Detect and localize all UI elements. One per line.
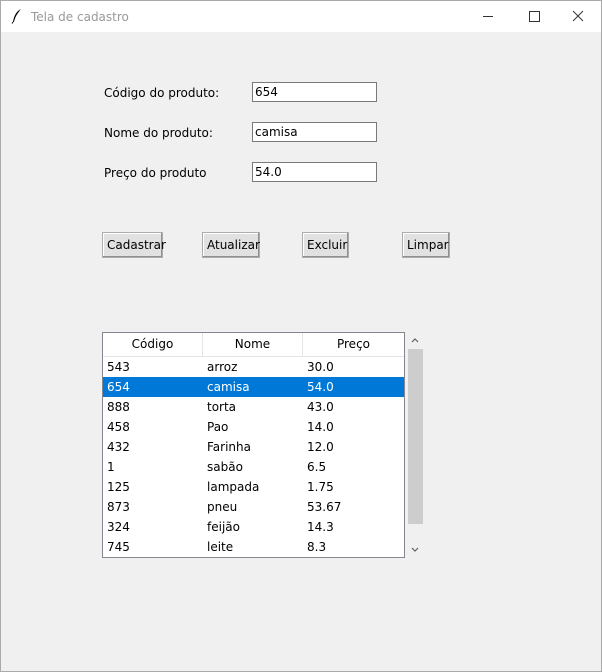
excluir-button[interactable]: Excluir: [302, 232, 349, 258]
chevron-up-icon: [411, 338, 419, 343]
table-body: 543 arroz 30.0 654 camisa 54.0 888 torta 43.0 458…: [103, 357, 404, 557]
maximize-button[interactable]: [511, 1, 557, 32]
close-button[interactable]: [555, 1, 601, 32]
codigo-field[interactable]: [252, 82, 377, 102]
column-header-preco[interactable]: Preço: [303, 333, 404, 357]
cell-codigo: 888: [107, 400, 130, 414]
cell-preco: 6.5: [307, 460, 327, 474]
cell-preco: 14.3: [307, 520, 334, 534]
maximize-icon: [529, 11, 540, 22]
table-scrollbar[interactable]: [406, 332, 424, 558]
cell-codigo: 654: [107, 380, 130, 394]
cell-nome: sabão: [207, 460, 243, 474]
cell-nome: arroz: [207, 360, 238, 374]
title-bar[interactable]: Tela de cadastro: [1, 1, 601, 32]
cell-nome: leite: [207, 540, 234, 554]
scroll-up-button[interactable]: [406, 332, 424, 348]
nome-label: Nome do produto:: [104, 126, 213, 140]
atualizar-button[interactable]: Atualizar: [202, 232, 260, 258]
cell-preco: 14.0: [307, 420, 334, 434]
main-window: Tela de cadastro Código do produto: Nome…: [0, 0, 602, 672]
table-header: Código Nome Preço: [103, 333, 404, 357]
cell-codigo: 458: [107, 420, 130, 434]
table-row[interactable]: 654 camisa 54.0: [103, 377, 404, 397]
window-title: Tela de cadastro: [31, 10, 129, 24]
cell-nome: camisa: [207, 380, 250, 394]
table-row[interactable]: 324 feijão 14.3: [103, 517, 404, 537]
nome-field[interactable]: [252, 122, 377, 142]
cell-codigo: 324: [107, 520, 130, 534]
cell-codigo: 432: [107, 440, 130, 454]
cell-codigo: 745: [107, 540, 130, 554]
cell-preco: 12.0: [307, 440, 334, 454]
column-header-codigo[interactable]: Código: [103, 333, 203, 357]
preco-label: Preço do produto: [104, 166, 207, 180]
cell-codigo: 873: [107, 500, 130, 514]
cell-nome: torta: [207, 400, 237, 414]
limpar-button[interactable]: Limpar: [402, 232, 450, 258]
products-table[interactable]: Código Nome Preço 543 arroz 30.0 654 camisa 5…: [102, 332, 405, 558]
cell-nome: pneu: [207, 500, 238, 514]
cell-nome: feijão: [207, 520, 240, 534]
cell-preco: 8.3: [307, 540, 327, 554]
cell-codigo: 543: [107, 360, 130, 374]
cell-preco: 1.75: [307, 480, 334, 494]
table-row[interactable]: 888 torta 43.0: [103, 397, 404, 417]
scroll-thumb[interactable]: [408, 349, 423, 524]
cell-nome: lampada: [207, 480, 260, 494]
cell-codigo: 1: [107, 460, 115, 474]
table-row[interactable]: 458 Pao 14.0: [103, 417, 404, 437]
cell-nome: Pao: [207, 420, 229, 434]
chevron-down-icon: [411, 547, 419, 552]
cell-preco: 30.0: [307, 360, 334, 374]
cell-nome: Farinha: [207, 440, 251, 454]
scroll-down-button[interactable]: [406, 542, 424, 558]
cell-preco: 53.67: [307, 500, 342, 514]
cadastrar-button[interactable]: Cadastrar: [102, 232, 166, 258]
table-row[interactable]: 125 lampada 1.75: [103, 477, 404, 497]
minimize-icon: [483, 16, 493, 17]
close-icon: [572, 10, 584, 22]
minimize-button[interactable]: [465, 1, 511, 32]
table-row[interactable]: 1 sabão 6.5: [103, 457, 404, 477]
feather-icon: [11, 9, 21, 24]
cell-preco: 54.0: [307, 380, 334, 394]
table-row[interactable]: 543 arroz 30.0: [103, 357, 404, 377]
preco-field[interactable]: [252, 162, 377, 182]
table-row[interactable]: 432 Farinha 12.0: [103, 437, 404, 457]
table-row[interactable]: 873 pneu 53.67: [103, 497, 404, 517]
cell-codigo: 125: [107, 480, 130, 494]
column-header-nome[interactable]: Nome: [203, 333, 303, 357]
cell-preco: 43.0: [307, 400, 334, 414]
table-row[interactable]: 745 leite 8.3: [103, 537, 404, 557]
codigo-label: Código do produto:: [104, 86, 220, 100]
